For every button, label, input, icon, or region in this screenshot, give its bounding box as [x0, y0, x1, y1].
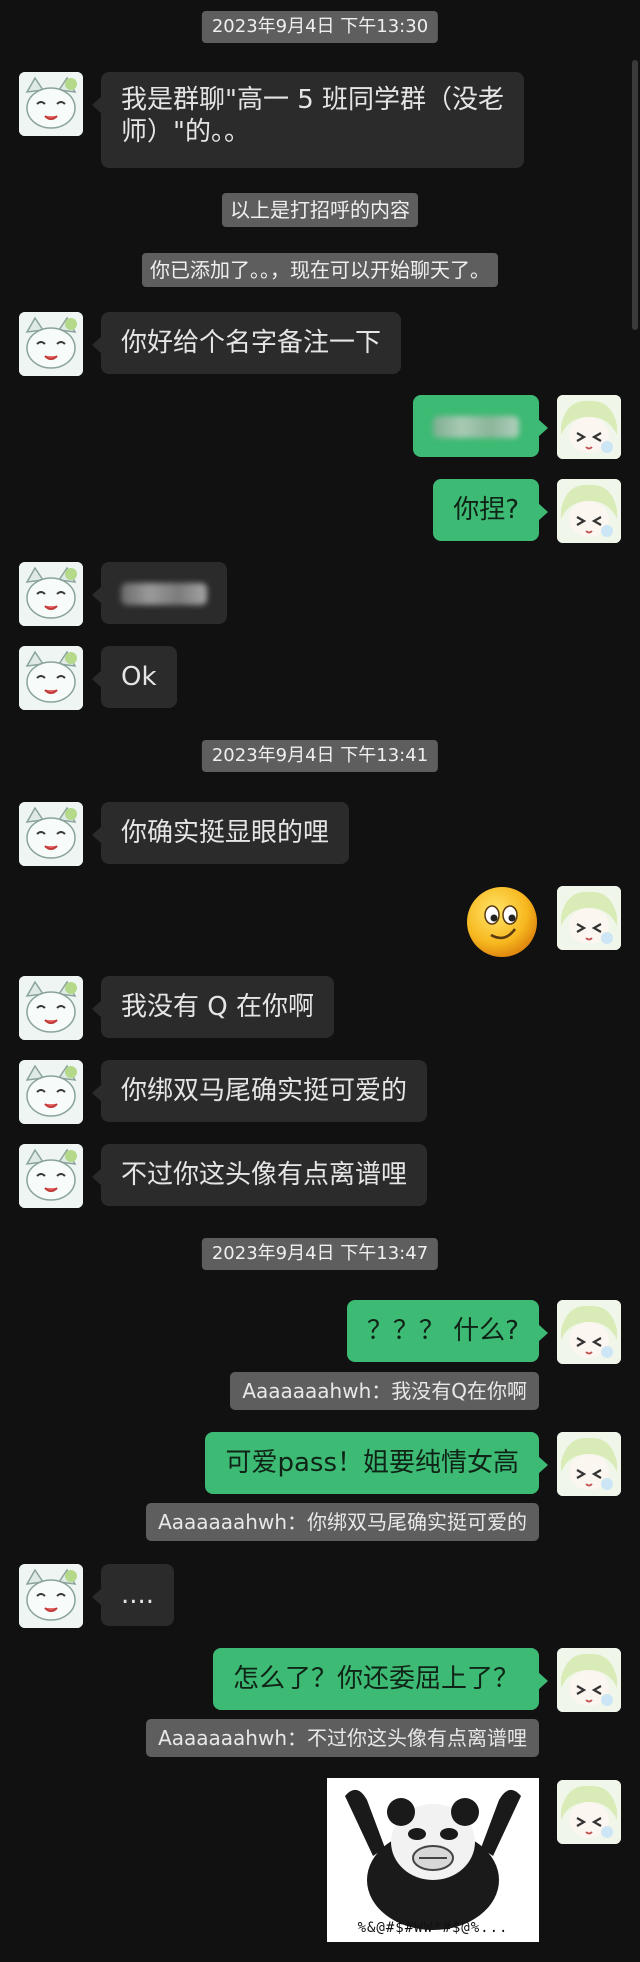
self-avatar[interactable]: [557, 479, 621, 543]
system-note: 以上是打招呼的内容: [222, 193, 418, 227]
contact-avatar[interactable]: [19, 646, 83, 710]
contact-avatar[interactable]: [19, 312, 83, 376]
contact-avatar[interactable]: [19, 72, 83, 136]
message-bubble-outgoing[interactable]: 你捏?: [433, 479, 548, 541]
contact-avatar[interactable]: [19, 562, 83, 626]
message-bubble-incoming[interactable]: Ok: [92, 646, 177, 708]
message-bubble-incoming[interactable]: 我是群聊"高一 5 班同学群（没老 师）"的。。: [91, 72, 525, 168]
contact-avatar[interactable]: [19, 976, 83, 1040]
message-text: Ok: [121, 662, 157, 692]
smiley-emoji-icon: [467, 887, 537, 957]
message-bubble-incoming[interactable]: 你绑双马尾确实挺可爱的: [91, 1060, 428, 1122]
message-bubble-incoming[interactable]: 你好给个名字备注一下: [91, 312, 402, 374]
timestamp: 2023年9月4日 下午13:30: [201, 11, 439, 43]
cat-avatar-icon: [19, 1564, 83, 1628]
contact-avatar[interactable]: [19, 1564, 83, 1628]
anime-girl-avatar-icon: [557, 395, 621, 459]
anime-girl-avatar-icon: [557, 1432, 621, 1496]
chat-scrollbar[interactable]: [632, 60, 638, 330]
contact-avatar[interactable]: [19, 802, 83, 866]
message-bubble-incoming[interactable]: [92, 562, 227, 624]
contact-avatar[interactable]: [19, 1060, 83, 1124]
cat-avatar-icon: [19, 802, 83, 866]
panda-meme-icon: [327, 1778, 539, 1942]
message-text: 我没有 Q 在你啊: [121, 992, 314, 1022]
cat-avatar-icon: [19, 646, 83, 710]
anime-girl-avatar-icon: [557, 1648, 621, 1712]
self-avatar[interactable]: [557, 1300, 621, 1364]
message-bubble-incoming[interactable]: 你确实挺显眼的哩: [91, 802, 350, 864]
message-text: 怎么了？你还委屈上了？: [232, 1664, 519, 1694]
message-text: 我是群聊"高一 5 班同学群（没老: [121, 85, 505, 115]
sticker-caption: %&@#$#WW*#$@%...: [357, 1920, 509, 1936]
timestamp: 2023年9月4日 下午13:47: [201, 1238, 439, 1270]
message-text: 你确实挺显眼的哩: [121, 818, 330, 848]
self-avatar[interactable]: [557, 1432, 621, 1496]
anime-girl-avatar-icon: [557, 1300, 621, 1364]
blurred-content: [433, 415, 519, 438]
message-text: 可爱pass！姐要纯情女高: [225, 1448, 519, 1478]
anime-girl-avatar-icon: [557, 1780, 621, 1844]
panda-meme-sticker[interactable]: %&@#$#WW*#$@%...: [327, 1778, 539, 1942]
self-avatar[interactable]: [557, 886, 621, 950]
cat-avatar-icon: [19, 976, 83, 1040]
message-bubble-incoming[interactable]: ....: [91, 1564, 175, 1626]
message-text: ？？？ 什么?: [366, 1316, 519, 1346]
message-bubble-outgoing[interactable]: [413, 395, 548, 457]
cat-avatar-icon: [19, 562, 83, 626]
anime-girl-avatar-icon: [557, 886, 621, 950]
cat-avatar-icon: [19, 72, 83, 136]
message-text: 师）"的。。: [121, 117, 250, 147]
message-bubble-incoming[interactable]: 不过你这头像有点离谱哩: [91, 1144, 428, 1206]
message-text: 你绑双马尾确实挺可爱的: [121, 1076, 408, 1106]
cat-avatar-icon: [19, 312, 83, 376]
cat-avatar-icon: [19, 1060, 83, 1124]
message-text: 你捏?: [453, 495, 519, 525]
anime-girl-avatar-icon: [557, 479, 621, 543]
message-bubble-outgoing[interactable]: 可爱pass！姐要纯情女高: [205, 1432, 548, 1494]
self-avatar[interactable]: [557, 1648, 621, 1712]
message-text: 不过你这头像有点离谱哩: [121, 1160, 408, 1190]
self-avatar[interactable]: [557, 395, 621, 459]
message-bubble-incoming[interactable]: 我没有 Q 在你啊: [92, 976, 334, 1038]
quoted-reply[interactable]: Aaaaaaahwh：你绑双马尾确实挺可爱的: [146, 1503, 539, 1541]
emoji-message[interactable]: [465, 885, 539, 959]
message-text: 你好给个名字备注一下: [121, 328, 382, 358]
system-note: 你已添加了。。，现在可以开始聊天了。: [142, 253, 498, 287]
message-text: ....: [121, 1580, 155, 1610]
quoted-reply[interactable]: Aaaaaaahwh：不过你这头像有点离谱哩: [146, 1719, 539, 1757]
blurred-content: [121, 582, 207, 605]
contact-avatar[interactable]: [19, 1144, 83, 1208]
cat-avatar-icon: [19, 1144, 83, 1208]
message-bubble-outgoing[interactable]: 怎么了？你还委屈上了？: [212, 1648, 549, 1710]
timestamp: 2023年9月4日 下午13:41: [201, 740, 439, 772]
message-bubble-outgoing[interactable]: ？？？ 什么?: [346, 1300, 549, 1362]
quoted-reply[interactable]: Aaaaaaahwh：我没有Q在你啊: [230, 1372, 539, 1410]
self-avatar[interactable]: [557, 1780, 621, 1844]
